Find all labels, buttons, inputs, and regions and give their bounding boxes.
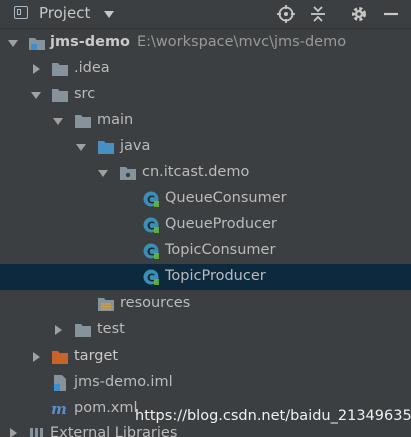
source-folder-icon	[98, 141, 114, 154]
tree-label: java	[120, 138, 151, 154]
tree-row-java[interactable]: java	[0, 134, 411, 160]
svg-text:m: m	[51, 400, 67, 418]
tree-row-queueconsumer[interactable]: C QueueConsumer	[0, 186, 411, 212]
tree-label: External Libraries	[50, 425, 178, 437]
tree-label: target	[74, 348, 119, 364]
tree-row-topicconsumer[interactable]: C TopicConsumer	[0, 238, 411, 264]
tree-label: TopicProducer	[165, 268, 266, 284]
tree-label: jms-demo.iml	[74, 374, 173, 390]
tree-row-main[interactable]: main	[0, 108, 411, 134]
panel-title[interactable]: Project	[39, 4, 90, 22]
package-icon	[120, 167, 136, 180]
collapsed-arrow-icon[interactable]	[7, 427, 19, 437]
svg-text:C: C	[147, 246, 155, 259]
java-class-icon: C	[143, 191, 159, 207]
expanded-arrow-icon[interactable]	[97, 167, 109, 179]
locate-icon[interactable]	[276, 4, 296, 24]
excluded-folder-icon	[52, 351, 68, 364]
svg-text:C: C	[147, 272, 155, 285]
libraries-icon	[30, 428, 43, 437]
tree-label: QueueProducer	[165, 216, 277, 232]
tree-row-idea[interactable]: .idea	[0, 56, 411, 82]
tree-label: test	[97, 321, 125, 337]
expanded-arrow-icon[interactable]	[7, 37, 19, 49]
tree-label: pom.xml	[74, 400, 138, 416]
settings-gear-icon[interactable]	[349, 4, 369, 24]
resources-folder-icon	[98, 298, 114, 311]
svg-text:C: C	[147, 220, 155, 233]
tree-row-src[interactable]: src	[0, 82, 411, 108]
module-path: E:\workspace\mvc\jms-demo	[137, 34, 347, 50]
folder-icon	[52, 63, 68, 76]
project-toolbar: Project	[0, 0, 411, 29]
project-view-icon	[14, 6, 28, 19]
tree-row-iml[interactable]: jms-demo.iml	[0, 370, 411, 396]
collapsed-arrow-icon[interactable]	[52, 324, 64, 336]
java-class-icon: C	[143, 269, 159, 285]
tree-row-resources[interactable]: resources	[0, 291, 411, 317]
expanded-arrow-icon[interactable]	[30, 89, 42, 101]
tree-label: TopicConsumer	[165, 242, 276, 258]
tree-label: resources	[120, 295, 191, 311]
tree-label: src	[74, 86, 96, 102]
svg-text:C: C	[147, 194, 155, 207]
tree-row-topicproducer[interactable]: C TopicProducer	[0, 264, 411, 290]
tree-label: cn.itcast.demo	[142, 164, 250, 180]
tree-row-external-libraries[interactable]: External Libraries	[0, 424, 411, 437]
module-folder-icon	[29, 38, 45, 50]
expanded-arrow-icon[interactable]	[75, 141, 87, 153]
collapsed-arrow-icon[interactable]	[30, 351, 42, 363]
iml-file-icon	[54, 375, 66, 391]
tree-row-target[interactable]: target	[0, 344, 411, 370]
java-class-icon: C	[143, 243, 159, 259]
java-class-icon: C	[143, 217, 159, 233]
collapsed-arrow-icon[interactable]	[30, 63, 42, 75]
hide-panel-icon[interactable]	[381, 4, 401, 24]
folder-icon	[52, 89, 68, 102]
tree-label: jms-demo	[50, 34, 131, 50]
tree-label: QueueConsumer	[165, 190, 287, 206]
watermark-url: https://blog.csdn.net/baidu_21349635	[135, 408, 411, 424]
tree-row-queueproducer[interactable]: C QueueProducer	[0, 212, 411, 238]
collapse-all-icon[interactable]	[308, 4, 328, 24]
maven-icon: m	[51, 400, 67, 418]
tree-label: main	[97, 112, 134, 128]
tree-row-test[interactable]: test	[0, 317, 411, 343]
expanded-arrow-icon[interactable]	[52, 115, 64, 127]
tree-label: .idea	[74, 60, 110, 76]
view-dropdown-icon[interactable]	[104, 11, 114, 18]
tree-row-jms-demo[interactable]: jms-demo E:\workspace\mvc\jms-demo	[0, 30, 411, 56]
folder-icon	[75, 324, 91, 337]
tree-row-package[interactable]: cn.itcast.demo	[0, 160, 411, 186]
folder-icon	[75, 115, 91, 128]
